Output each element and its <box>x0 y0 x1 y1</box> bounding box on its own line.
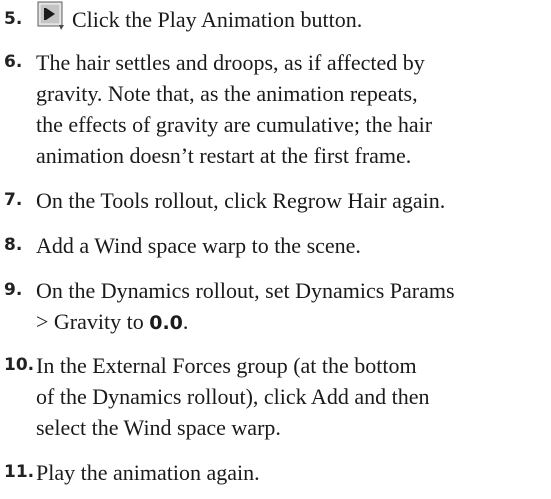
step-text: Click the Play Animation button. <box>72 7 363 32</box>
step-text-line: Add a Wind space warp to the scene. <box>36 233 361 258</box>
step-text: The hair settles and droops, as if affec… <box>36 47 536 171</box>
instruction-page: 5. Click the Play Animation button. 6. T… <box>0 0 551 499</box>
step-text: Play the animation again. <box>36 457 536 488</box>
step-number: 9. <box>4 280 23 300</box>
step-text-line: On the Dynamics rollout, set Dynamics Pa… <box>36 278 455 303</box>
step-text: Add a Wind space warp to the scene. <box>36 230 536 261</box>
step-number: 5. <box>4 9 23 29</box>
play-animation-icon <box>37 1 65 31</box>
step-text-line: gravity. Note that, as the animation rep… <box>36 81 418 106</box>
step-text-line: The hair settles and droops, as if affec… <box>36 50 425 75</box>
step-number: 8. <box>4 235 23 255</box>
step-text-line: On the Tools rollout, click Regrow Hair … <box>36 188 446 213</box>
step-text: In the External Forces group (at the bot… <box>36 350 536 443</box>
step-text-line: select the Wind space warp. <box>36 415 281 440</box>
step-text-suffix: . <box>182 309 189 334</box>
step-number: 11. <box>4 462 35 482</box>
step-text: On the Dynamics rollout, set Dynamics Pa… <box>36 275 536 339</box>
step-text-line: of the Dynamics rollout), click Add and … <box>36 384 430 409</box>
step-text-line: Play the animation again. <box>36 460 260 485</box>
step-text: On the Tools rollout, click Regrow Hair … <box>36 185 536 216</box>
step-number: 6. <box>4 52 23 72</box>
step-number: 10. <box>4 355 35 375</box>
step-text-line: > Gravity to 0.0. <box>36 306 536 339</box>
step-number: 7. <box>4 190 23 210</box>
step-text-line: In the External Forces group (at the bot… <box>36 353 417 378</box>
gravity-value: 0.0 <box>149 312 183 334</box>
step-text-line: the effects of gravity are cumulative; t… <box>36 112 433 137</box>
step-text-line: animation doesn’t restart at the first f… <box>36 143 412 168</box>
step-text-prefix: > Gravity to <box>36 309 150 334</box>
